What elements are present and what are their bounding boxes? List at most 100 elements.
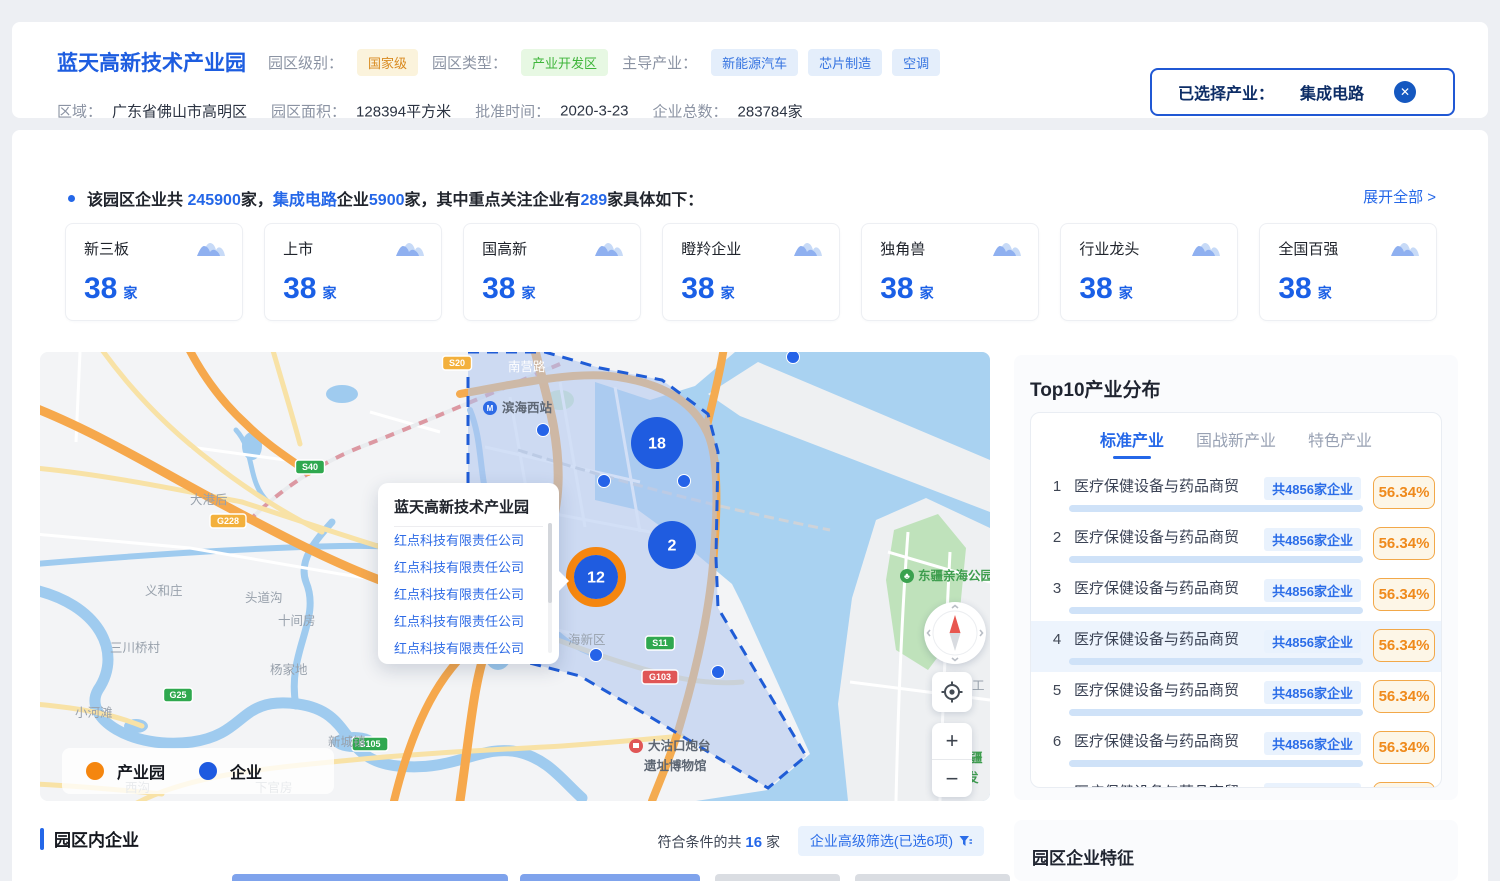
match-count-text: 符合条件的共 16 家 bbox=[658, 832, 780, 852]
partial-tab[interactable] bbox=[232, 874, 508, 881]
park-map[interactable]: S20S40G228G25S105S11G103 M滨海西站南营路大港后义和庄头… bbox=[40, 352, 990, 801]
stat-card-上市[interactable]: 上市38家 bbox=[264, 223, 442, 321]
rank-number: 4 bbox=[1049, 631, 1065, 648]
popup-company-link[interactable]: 红点科技有限责任公司 bbox=[394, 527, 543, 554]
top10-title: Top10产业分布 bbox=[1030, 375, 1458, 402]
company-count-badge: 共4856家企业 bbox=[1264, 783, 1361, 788]
industry-rank-row[interactable]: 1医疗保健设备与药品商贸共4856家企业56.34% bbox=[1031, 774, 1441, 788]
industry-name: 医疗保健设备与药品商贸 bbox=[1074, 631, 1239, 648]
partial-tab[interactable] bbox=[520, 874, 700, 881]
zoom-out-button[interactable]: − bbox=[932, 760, 972, 797]
svg-text:义和庄: 义和庄 bbox=[145, 583, 183, 598]
popup-company-link[interactable]: 红点科技有限责任公司 bbox=[394, 608, 543, 635]
tab-特色产业[interactable]: 特色产业 bbox=[1308, 427, 1372, 459]
selected-industry-value: 集成电路 bbox=[1300, 80, 1364, 104]
approval-label: 批准时间： bbox=[475, 101, 550, 122]
stat-card-行业龙头[interactable]: 行业龙头38家 bbox=[1060, 223, 1238, 321]
popup-company-link[interactable]: 红点科技有限责任公司 bbox=[394, 554, 543, 581]
mountain-icon bbox=[196, 236, 226, 260]
features-title: 园区企业特征 bbox=[1032, 844, 1458, 869]
svg-text:大港后: 大港后 bbox=[190, 493, 228, 507]
stat-card-count: 38家 bbox=[1278, 272, 1331, 306]
zoom-in-button[interactable]: + bbox=[932, 723, 972, 760]
park-title: 蓝天高新技术产业园 bbox=[57, 47, 246, 77]
stat-card-count: 38家 bbox=[84, 272, 137, 306]
main-industry-tag: 新能源汽车 bbox=[711, 49, 798, 76]
summary-line: 该园区企业共 245900家，集成电路企业5900家，其中重点关注企业有289家… bbox=[68, 186, 703, 210]
rank-number: 2 bbox=[1049, 529, 1065, 546]
svg-text:12: 12 bbox=[587, 570, 605, 587]
company-dot[interactable] bbox=[537, 424, 550, 437]
industry-rank-row[interactable]: 1医疗保健设备与药品商贸共4856家企业56.34% bbox=[1031, 468, 1441, 519]
stat-card-国高新[interactable]: 国高新38家 bbox=[463, 223, 641, 321]
remove-selected-industry-icon[interactable]: ✕ bbox=[1394, 81, 1416, 103]
svg-text:头道沟: 头道沟 bbox=[245, 591, 283, 605]
partial-tab[interactable] bbox=[715, 874, 840, 881]
region-label: 区域： bbox=[57, 101, 102, 122]
area-value: 128394平方米 bbox=[356, 101, 451, 122]
page: 蓝天高新技术产业园 园区级别： 国家级 园区类型： 产业开发区 主导产业： 新能… bbox=[0, 0, 1500, 881]
svg-text:小河滩: 小河滩 bbox=[75, 706, 113, 720]
match-count: 16 bbox=[745, 834, 762, 851]
company-dot[interactable] bbox=[712, 666, 725, 679]
stat-card-新三板[interactable]: 新三板38家 bbox=[65, 223, 243, 321]
industry-label: 主导产业： bbox=[622, 52, 697, 73]
mountain-icon bbox=[1191, 236, 1221, 260]
approval-value: 2020-3-23 bbox=[560, 103, 628, 120]
industry-rank-row[interactable]: 5医疗保健设备与药品商贸共4856家企业56.34% bbox=[1031, 672, 1441, 723]
stat-card-全国百强[interactable]: 全国百强38家 bbox=[1259, 223, 1437, 321]
rank-number: 3 bbox=[1049, 580, 1065, 597]
percent-box: 56.34% bbox=[1373, 629, 1435, 662]
rank-number: 1 bbox=[1049, 478, 1065, 495]
svg-text:三川桥村: 三川桥村 bbox=[110, 641, 161, 655]
compass-control[interactable] bbox=[924, 602, 986, 664]
company-dot[interactable] bbox=[590, 649, 603, 662]
percent-box: 56.34% bbox=[1373, 578, 1435, 611]
svg-text:G228: G228 bbox=[217, 516, 239, 526]
park-companies-section: 园区内企业 符合条件的共 16 家 企业高级筛选(已选6项) bbox=[40, 826, 990, 858]
company-count-badge: 共4856家企业 bbox=[1264, 528, 1361, 551]
industry-tags: 新能源汽车芯片制造空调 bbox=[711, 49, 940, 76]
top10-card: 标准产业国战新产业特色产业 1医疗保健设备与药品商贸共4856家企业56.34%… bbox=[1030, 412, 1442, 788]
stat-card-独角兽[interactable]: 独角兽38家 bbox=[861, 223, 1039, 321]
svg-text:十间房: 十间房 bbox=[278, 613, 316, 628]
park-header-card: 蓝天高新技术产业园 园区级别： 国家级 园区类型： 产业开发区 主导产业： 新能… bbox=[12, 22, 1488, 118]
industry-rank-row[interactable]: 3医疗保健设备与药品商贸共4856家企业56.34% bbox=[1031, 570, 1441, 621]
mountain-icon bbox=[594, 236, 624, 265]
company-dot[interactable] bbox=[678, 475, 691, 488]
mountain-icon bbox=[793, 236, 823, 260]
popup-company-link[interactable]: 红点科技有限责任公司 bbox=[394, 581, 543, 608]
partial-tab[interactable] bbox=[855, 874, 1010, 881]
popup-company-list: 红点科技有限责任公司红点科技有限责任公司红点科技有限责任公司红点科技有限责任公司… bbox=[394, 527, 543, 662]
industry-name: 医疗保健设备与药品商贸 bbox=[1074, 529, 1239, 546]
popup-scrollbar[interactable] bbox=[548, 523, 552, 653]
mountain-icon bbox=[196, 236, 226, 265]
industry-name: 医疗保健设备与药品商贸 bbox=[1074, 478, 1239, 495]
main-industry-tag: 空调 bbox=[892, 49, 940, 76]
popup-company-link[interactable]: 红点科技有限责任公司 bbox=[394, 635, 543, 662]
progress-bar bbox=[1069, 556, 1363, 563]
percent-box: 56.34% bbox=[1373, 731, 1435, 764]
features-panel: 园区企业特征 bbox=[1014, 820, 1458, 881]
summary-text: 该园区企业共 245900家，集成电路企业5900家，其中重点关注企业有289家… bbox=[87, 186, 703, 210]
industry-rank-row[interactable]: 6医疗保健设备与药品商贸共4856家企业56.34% bbox=[1031, 723, 1441, 774]
industry-rank-row[interactable]: 2 医疗保健设备与药品商贸 共4856家企业 56.34% bbox=[1031, 519, 1441, 570]
company-dot[interactable] bbox=[787, 352, 800, 364]
svg-text:2: 2 bbox=[668, 538, 677, 555]
mountain-icon bbox=[992, 236, 1022, 265]
expand-all-link[interactable]: 展开全部 > bbox=[1363, 186, 1436, 207]
industry-rank-row[interactable]: 4医疗保健设备与药品商贸共4856家企业56.34% bbox=[1031, 621, 1441, 672]
advanced-filter-button[interactable]: 企业高级筛选(已选6项) bbox=[798, 826, 984, 856]
tab-标准产业[interactable]: 标准产业 bbox=[1100, 427, 1164, 459]
percent-box: 56.34% bbox=[1373, 527, 1435, 560]
company-count-badge: 共4856家企业 bbox=[1264, 579, 1361, 602]
tab-国战新产业[interactable]: 国战新产业 bbox=[1196, 427, 1276, 459]
svg-text:海新区: 海新区 bbox=[568, 632, 606, 647]
selected-industry-label: 已选择产业： bbox=[1178, 80, 1274, 104]
stat-card-瞪羚企业[interactable]: 瞪羚企业38家 bbox=[662, 223, 840, 321]
popup-title: 蓝天高新技术产业园 bbox=[394, 496, 543, 527]
company-dot[interactable] bbox=[598, 475, 611, 488]
level-label: 园区级别： bbox=[268, 52, 343, 73]
mountain-icon bbox=[992, 236, 1022, 260]
locate-button[interactable] bbox=[932, 672, 972, 712]
